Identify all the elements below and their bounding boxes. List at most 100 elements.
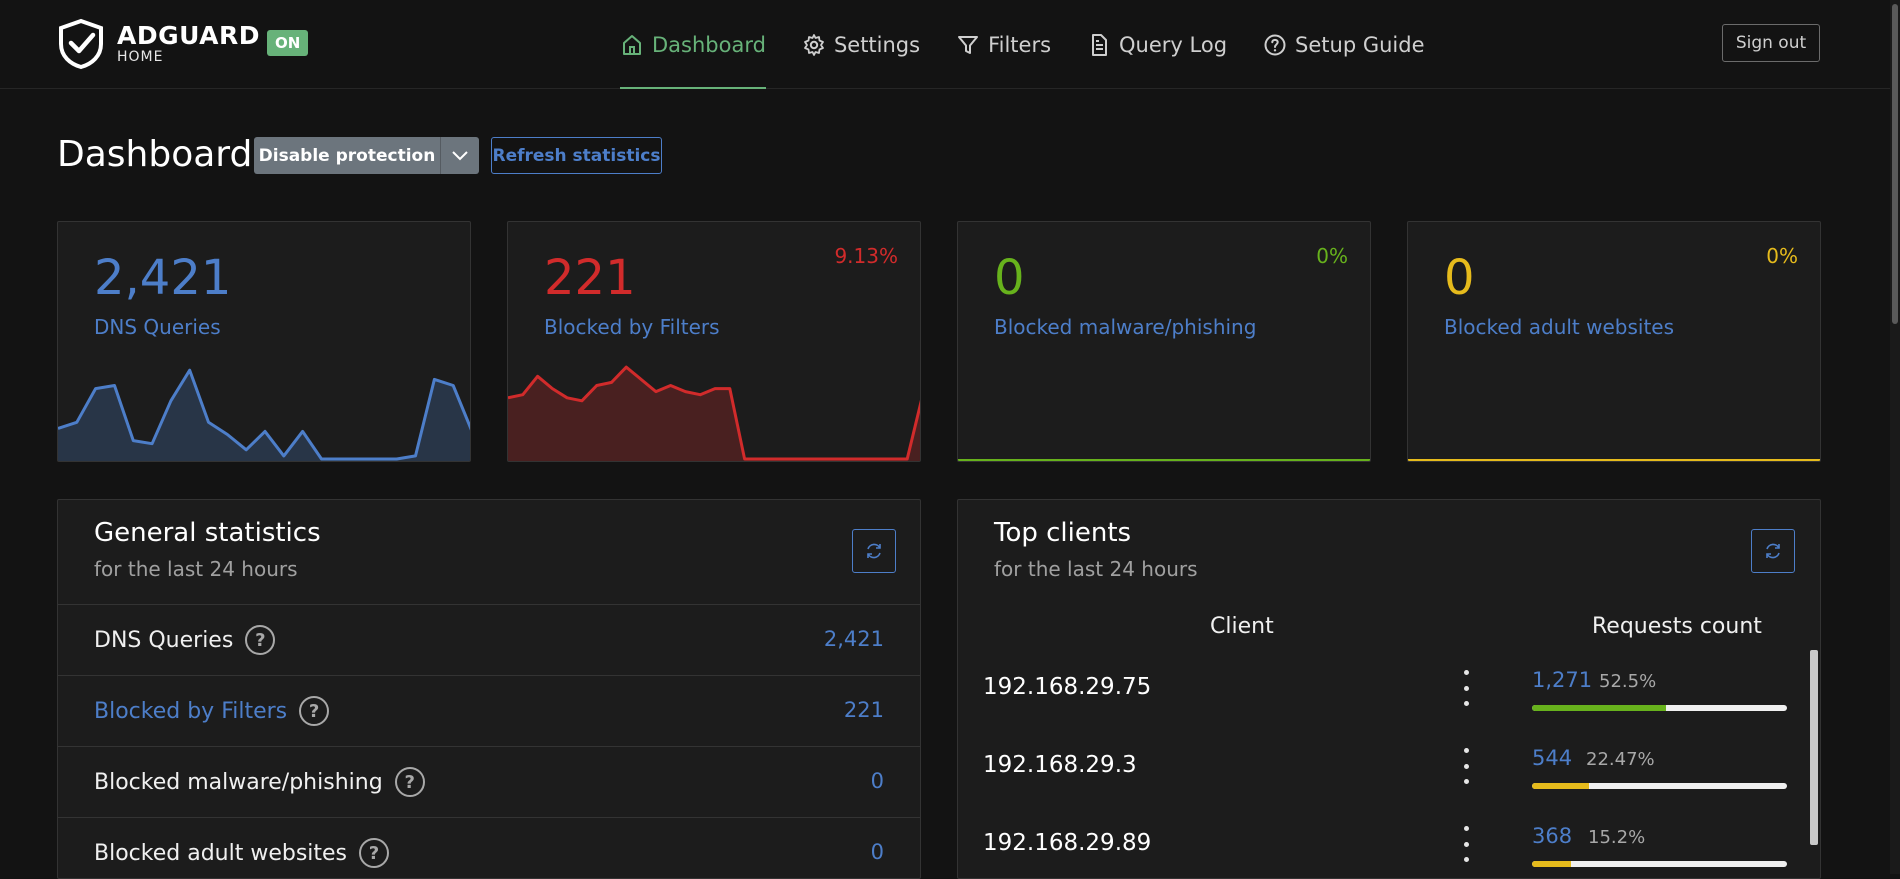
stat-row-blocked-adult: Blocked adult websites? 0 bbox=[58, 817, 920, 878]
panel-title: General statistics bbox=[94, 518, 321, 548]
card-label: Blocked adult websites bbox=[1444, 315, 1675, 339]
stat-row-blocked-filters: Blocked by Filters? 221 bbox=[58, 675, 920, 746]
request-count[interactable]: 368 bbox=[1532, 824, 1572, 848]
more-options-icon[interactable] bbox=[1461, 670, 1471, 706]
nav-settings[interactable]: Settings bbox=[802, 0, 920, 89]
filter-icon bbox=[958, 35, 979, 54]
nav-query-log[interactable]: Query Log bbox=[1087, 0, 1227, 89]
stat-row-dns-queries: DNS Queries? 2,421 bbox=[58, 604, 920, 675]
client-row: 192.168.29.3 544 22.47% bbox=[958, 728, 1818, 806]
column-header-client[interactable]: Client bbox=[1210, 614, 1274, 639]
request-count[interactable]: 1,271 bbox=[1532, 668, 1592, 692]
card-blocked-filters: 221 9.13% Blocked by Filters bbox=[507, 221, 921, 462]
sparkline-dns-queries bbox=[58, 368, 470, 461]
nav-setup-guide[interactable]: Setup Guide bbox=[1263, 0, 1425, 89]
card-value: 2,421 bbox=[94, 250, 232, 306]
nav-dashboard-label: Dashboard bbox=[652, 32, 766, 57]
card-label: DNS Queries bbox=[94, 315, 221, 339]
help-icon[interactable]: ? bbox=[245, 625, 276, 655]
card-label: Blocked malware/phishing bbox=[994, 315, 1257, 339]
home-icon bbox=[623, 34, 641, 55]
stat-value: 221 bbox=[843, 698, 884, 722]
sign-out-button[interactable]: Sign out bbox=[1722, 24, 1820, 62]
card-label: Blocked by Filters bbox=[544, 315, 720, 339]
help-circle-icon bbox=[1264, 34, 1286, 55]
nav-setup-guide-label: Setup Guide bbox=[1295, 32, 1425, 57]
nav-filters[interactable]: Filters bbox=[956, 0, 1051, 89]
request-count[interactable]: 544 bbox=[1532, 746, 1572, 770]
card-blocked-adult: 0 0% Blocked adult websites bbox=[1407, 221, 1821, 462]
disable-protection-button[interactable]: Disable protection bbox=[254, 137, 479, 174]
chevron-down-icon bbox=[452, 150, 468, 160]
stat-name[interactable]: Blocked by Filters? bbox=[94, 696, 330, 726]
stat-row-blocked-malware: Blocked malware/phishing? 0 bbox=[58, 746, 920, 817]
brand-name: ADGUARD bbox=[117, 21, 261, 50]
refresh-general-stats-button[interactable] bbox=[852, 529, 896, 573]
client-row: 192.168.29.75 1,271 52.5% bbox=[958, 650, 1818, 728]
stat-name: DNS Queries? bbox=[94, 625, 276, 655]
nav-filters-label: Filters bbox=[988, 32, 1052, 57]
brand-sub: HOME bbox=[117, 49, 164, 65]
card-percent: 9.13% bbox=[834, 244, 898, 268]
request-bar-fill bbox=[1532, 783, 1590, 789]
nav-query-log-label: Query Log bbox=[1119, 32, 1228, 57]
card-value: 221 bbox=[544, 250, 636, 306]
page-scrollbar[interactable] bbox=[1890, 0, 1900, 874]
column-header-requests[interactable]: Requests count bbox=[1592, 614, 1762, 639]
request-bar bbox=[1532, 705, 1787, 711]
request-percent: 22.47% bbox=[1586, 749, 1655, 770]
shield-check-icon bbox=[59, 18, 103, 70]
card-percent: 0% bbox=[1766, 244, 1798, 268]
document-icon bbox=[1092, 33, 1108, 56]
sparkline-area bbox=[508, 367, 920, 461]
request-bar-fill bbox=[1532, 861, 1571, 867]
more-options-icon[interactable] bbox=[1461, 748, 1471, 784]
card-blocked-malware: 0 0% Blocked malware/phishing bbox=[957, 221, 1371, 462]
page-title: Dashboard bbox=[57, 134, 253, 175]
sparkline-blocked-adult bbox=[1408, 459, 1820, 461]
sparkline-blocked-malware bbox=[958, 459, 1370, 461]
nav-settings-label: Settings bbox=[833, 32, 921, 57]
request-bar bbox=[1532, 783, 1787, 789]
refresh-icon bbox=[1766, 543, 1780, 559]
help-icon[interactable]: ? bbox=[299, 696, 330, 726]
client-ip[interactable]: 192.168.29.75 bbox=[983, 674, 1151, 700]
sparkline-blocked-filters bbox=[508, 365, 920, 461]
stat-value: 2,421 bbox=[823, 627, 884, 651]
help-icon[interactable]: ? bbox=[394, 767, 425, 797]
top-navbar: ADGUARD HOME ON Dashboard Settings Filte… bbox=[0, 0, 1890, 89]
request-bar bbox=[1532, 861, 1787, 867]
disable-protection-dropdown[interactable] bbox=[441, 137, 479, 174]
adguard-logo[interactable]: ADGUARD HOME bbox=[55, 18, 260, 70]
card-value: 0 bbox=[1444, 250, 1475, 306]
card-value: 0 bbox=[994, 250, 1025, 306]
page-scrollbar-thumb[interactable] bbox=[1892, 4, 1898, 324]
stat-name: Blocked malware/phishing? bbox=[94, 767, 425, 797]
gear-icon bbox=[804, 33, 824, 56]
card-dns-queries: 2,421 DNS Queries bbox=[57, 221, 471, 462]
stat-name: Blocked adult websites? bbox=[94, 838, 390, 868]
client-row: 192.168.29.89 368 15.2% bbox=[958, 806, 1818, 878]
refresh-statistics-button[interactable]: Refresh statistics bbox=[491, 137, 662, 174]
disable-protection-label[interactable]: Disable protection bbox=[254, 137, 441, 174]
top-clients-panel: Top clients for the last 24 hours Client… bbox=[957, 499, 1821, 879]
refresh-top-clients-button[interactable] bbox=[1751, 529, 1795, 573]
client-ip[interactable]: 192.168.29.3 bbox=[983, 752, 1137, 778]
refresh-icon bbox=[867, 543, 881, 559]
more-options-icon[interactable] bbox=[1461, 826, 1471, 862]
table-scrollbar[interactable] bbox=[1810, 650, 1818, 845]
help-icon[interactable]: ? bbox=[359, 838, 390, 868]
request-percent: 15.2% bbox=[1588, 827, 1646, 848]
main-nav: Dashboard Settings Filters Query Log Set… bbox=[620, 0, 1461, 89]
panel-subtitle: for the last 24 hours bbox=[94, 557, 298, 581]
client-ip[interactable]: 192.168.29.89 bbox=[983, 830, 1151, 856]
sparkline-area bbox=[58, 370, 470, 461]
request-bar-fill bbox=[1532, 705, 1666, 711]
stat-name-text[interactable]: Blocked by Filters bbox=[94, 699, 287, 724]
panel-title: Top clients bbox=[994, 518, 1132, 548]
nav-dashboard[interactable]: Dashboard bbox=[620, 0, 766, 89]
stat-name-text: Blocked adult websites bbox=[94, 840, 348, 866]
general-statistics-panel: General statistics for the last 24 hours… bbox=[57, 499, 921, 879]
stat-name-text: DNS Queries bbox=[94, 627, 234, 653]
panel-subtitle: for the last 24 hours bbox=[994, 557, 1198, 581]
